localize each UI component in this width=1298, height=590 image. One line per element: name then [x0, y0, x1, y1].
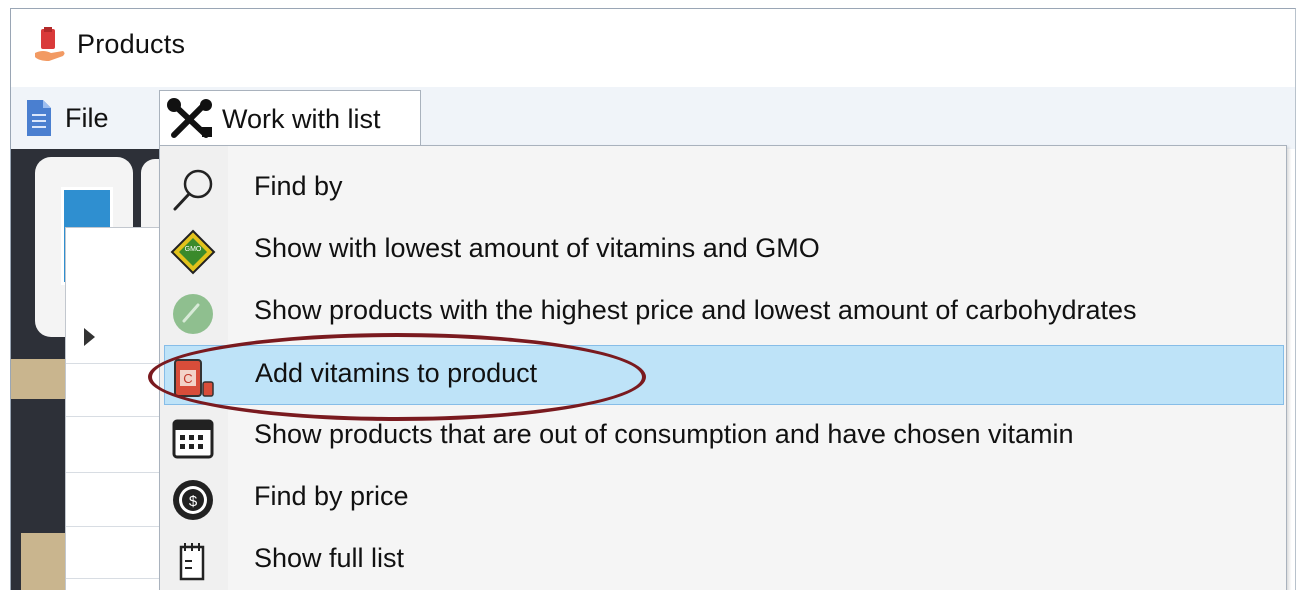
background-shape — [11, 359, 67, 399]
menu-item-show-full-list[interactable]: Show full list — [164, 531, 1284, 590]
title-bar: Products — [11, 9, 1295, 87]
notepad-icon — [179, 543, 205, 581]
gmo-badge-icon: GMO — [170, 229, 216, 275]
menu-work-with-list-label: Work with list — [222, 103, 381, 134]
menu-item-find-by-price[interactable]: $ Find by price — [164, 469, 1284, 529]
menu-item-label: Show full list — [254, 543, 405, 573]
row-indicator-icon — [84, 328, 95, 346]
tools-icon — [167, 98, 212, 138]
svg-text:$: $ — [189, 493, 198, 510]
highlight-ellipse — [148, 333, 646, 421]
menu-file-label: File — [65, 102, 109, 133]
menu-bar: File Work with list — [11, 87, 1295, 149]
menu-work-with-list[interactable]: Work with list — [159, 90, 421, 147]
svg-text:GMO: GMO — [185, 246, 202, 253]
dollar-coin-icon: $ — [173, 480, 213, 520]
hand-bag-icon — [35, 27, 65, 61]
menu-item-lowest-vitamins-gmo[interactable]: GMO Show with lowest amount of vitamins … — [164, 221, 1284, 281]
green-circle-icon — [173, 294, 213, 334]
menu-item-label: Show products with the highest price and… — [254, 295, 1137, 325]
menu-item-find-by[interactable]: Find by — [164, 159, 1284, 219]
menu-item-label: Show products that are out of consumptio… — [254, 419, 1074, 449]
menu-item-label: Find by price — [254, 481, 409, 511]
menu-item-label: Find by — [254, 171, 343, 201]
magnifier-icon — [173, 169, 213, 211]
menu-file[interactable]: File — [25, 93, 145, 143]
background-shape — [21, 533, 71, 590]
calendar-icon — [172, 419, 214, 459]
window-title: Products — [77, 29, 186, 59]
menu-item-label: Show with lowest amount of vitamins and … — [254, 233, 820, 263]
document-icon — [27, 100, 51, 136]
products-window: Products File Work with list Find by GMO… — [10, 8, 1296, 590]
